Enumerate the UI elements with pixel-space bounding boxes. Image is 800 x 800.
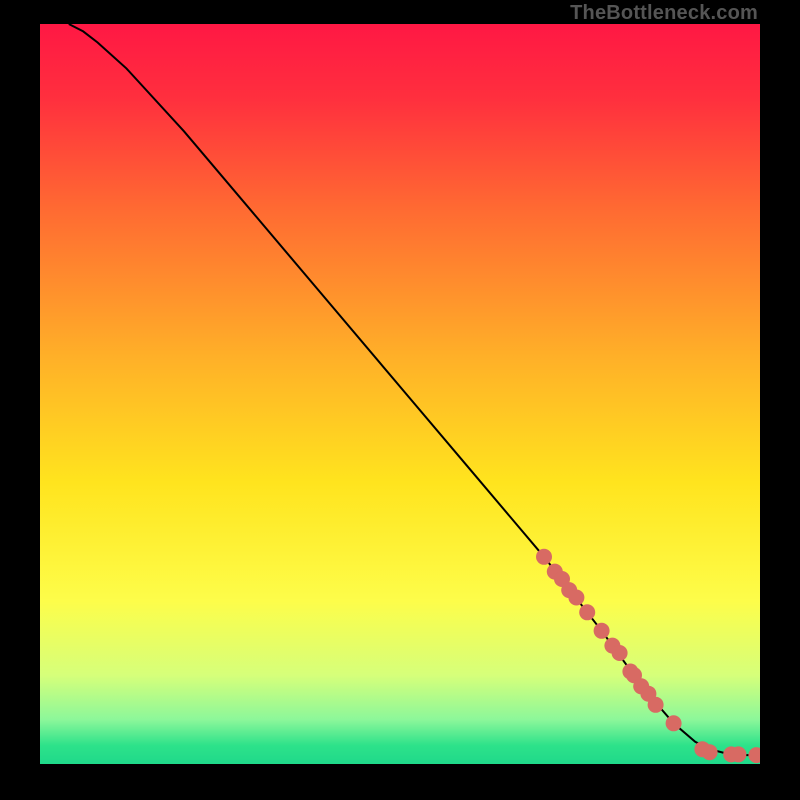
data-point bbox=[568, 590, 584, 606]
data-point bbox=[594, 623, 610, 639]
data-point bbox=[648, 697, 664, 713]
watermark-text: TheBottleneck.com bbox=[570, 2, 758, 25]
data-point bbox=[536, 549, 552, 565]
data-point bbox=[666, 715, 682, 731]
data-point bbox=[579, 604, 595, 620]
gradient-background bbox=[40, 24, 760, 764]
chart-svg bbox=[40, 24, 760, 764]
data-point bbox=[612, 645, 628, 661]
chart-frame: TheBottleneck.com bbox=[0, 0, 800, 800]
data-point bbox=[702, 744, 718, 760]
plot-area bbox=[40, 24, 760, 764]
data-point bbox=[730, 746, 746, 762]
